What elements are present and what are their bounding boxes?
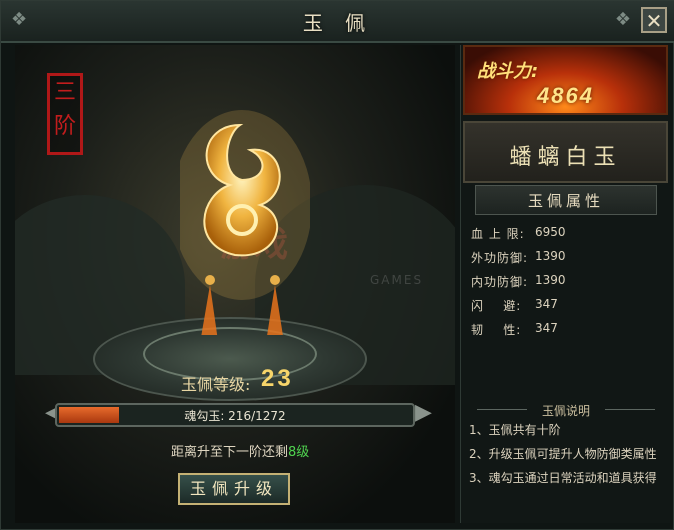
stat-row: 韧 性: 347 (471, 321, 661, 345)
remaining-levels-text: 距离升至下一阶还剩8级 (171, 441, 309, 460)
divider (605, 409, 655, 410)
combat-power-box: 战斗力: 4864 (463, 45, 668, 115)
stat-value: 347 (535, 297, 558, 311)
description-item: 2、升级玉佩可提升人物防御类属性 (469, 447, 657, 461)
soul-jade-progress-bar: 魂勾玉: 216/1272 (55, 403, 415, 427)
description-header: 玉佩说明 (471, 401, 661, 419)
attribute-title: 玉佩属性 (527, 192, 604, 210)
description-item: 3、魂勾玉通过日常活动和道具获得 (469, 471, 657, 485)
description-title: 玉佩说明 (541, 404, 590, 418)
attribute-panel: 战斗力: 4864 蟠螭白玉 玉佩属性 血 上 限: 6950 外功防御: 1390… (460, 45, 670, 523)
stat-label: 韧 性: (471, 323, 522, 337)
level-label: 玉佩等级: (181, 375, 251, 394)
attribute-title-plate: 玉佩属性 (475, 185, 657, 215)
item-name: 蟠螭白玉 (509, 145, 622, 170)
combat-power-label: 战斗力: (477, 61, 539, 82)
remain-prefix: 距离升至下一阶还剩 (171, 445, 289, 460)
stat-label: 血 上 限: (471, 227, 525, 241)
stage-badge: 三阶 (47, 73, 83, 155)
stat-label: 内功防御: (471, 275, 529, 289)
combat-power-value: 4864 (537, 83, 594, 108)
description-item: 1、玉佩共有十阶 (469, 423, 561, 437)
description-list: 1、玉佩共有十阶 2、升级玉佩可提升人物防御类属性 3、魂勾玉通过日常活动和道具… (469, 421, 669, 493)
stat-value: 347 (535, 321, 558, 335)
window-title: 玉 佩 (302, 11, 374, 35)
stat-value: 6950 (535, 225, 566, 239)
stat-label: 闪 避: (471, 299, 522, 313)
watermark-sub: GAMES (370, 273, 424, 287)
stat-row: 血 上 限: 6950 (471, 225, 661, 249)
stat-label: 外功防御: (471, 251, 529, 265)
title-bar[interactable]: ❖ ❖ 玉 佩 ✕ (1, 1, 674, 43)
stat-value: 1390 (535, 249, 566, 263)
progress-label: 魂勾玉: 216/1272 (184, 409, 286, 423)
item-name-plate: 蟠螭白玉 (463, 121, 668, 183)
stat-row: 闪 避: 347 (471, 297, 661, 321)
level-value: 23 (261, 365, 294, 392)
stat-row: 内功防御: 1390 (471, 273, 661, 297)
jade-pendant-icon (180, 110, 310, 335)
close-icon: ✕ (645, 9, 663, 33)
bar-cap-right-icon: ▶ (415, 400, 432, 425)
remain-value: 8级 (288, 445, 310, 460)
jade-pendant-window: ❖ ❖ 玉 佩 ✕ 三阶 游戏 GAMES (0, 0, 674, 530)
upgrade-button[interactable]: 玉佩升级 (178, 473, 290, 505)
close-button[interactable]: ✕ (641, 7, 667, 33)
stat-value: 1390 (535, 273, 566, 287)
stat-list: 血 上 限: 6950 外功防御: 1390 内功防御: 1390 闪 避: 347 韧… (471, 225, 661, 345)
stat-row: 外功防御: 1390 (471, 249, 661, 273)
